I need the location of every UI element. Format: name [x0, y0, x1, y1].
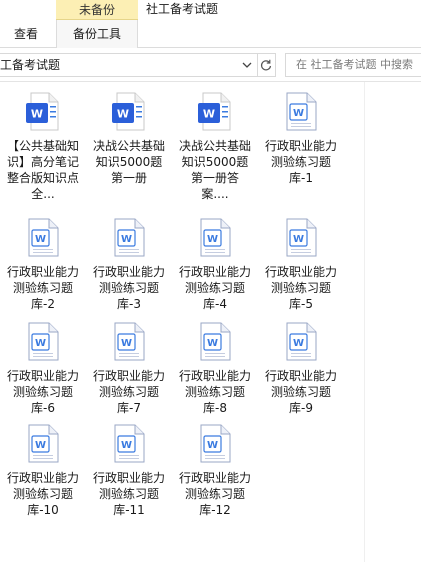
file-name: 行政职业能力测验练习题库-12: [178, 471, 251, 517]
word-doc-outline-icon: W: [197, 424, 233, 464]
svg-text:W: W: [293, 338, 304, 349]
file-item[interactable]: W 行政职业能力测验练习题库-10: [4, 424, 82, 518]
file-item[interactable]: W 决战公共基础知识5000题第一册答案....: [176, 92, 254, 202]
word-doc-outline-icon: W: [25, 218, 61, 258]
search-input[interactable]: 在 社工备考试题 中搜索: [285, 53, 421, 77]
file-item[interactable]: W 行政职业能力测验练习题库-6: [4, 322, 82, 416]
window-title: 社工备考试题: [146, 2, 219, 16]
word-doc-outline-icon: W: [111, 218, 147, 258]
svg-text:W: W: [207, 338, 218, 349]
word-doc-outline-icon: W: [25, 424, 61, 464]
search-placeholder: 在 社工备考试题 中搜索: [296, 58, 413, 71]
word-doc-outline-icon: W: [283, 92, 319, 132]
svg-text:W: W: [121, 234, 132, 245]
file-name: 行政职业能力测验练习题库-10: [6, 471, 79, 517]
file-name: 行政职业能力测验练习题库-1: [264, 139, 337, 185]
tab-backup-tools[interactable]: 备份工具: [56, 20, 138, 48]
file-name: 行政职业能力测验练习题库-4: [178, 265, 251, 311]
svg-text:W: W: [207, 440, 218, 451]
address-path: 工备考试题: [0, 58, 61, 72]
svg-text:W: W: [203, 108, 215, 121]
file-name: 行政职业能力测验练习题库-5: [264, 265, 337, 311]
file-item[interactable]: W 决战公共基础知识5000题第一册: [90, 92, 168, 186]
svg-text:W: W: [117, 108, 129, 121]
file-item[interactable]: W 【公共基础知识】高分笔记整合版知识点全...: [4, 92, 82, 202]
svg-text:W: W: [35, 234, 46, 245]
tab-view[interactable]: 查看: [0, 20, 52, 48]
word-doc-outline-icon: W: [197, 218, 233, 258]
file-item[interactable]: W 行政职业能力测验练习题库-8: [176, 322, 254, 416]
file-item[interactable]: W 行政职业能力测验练习题库-9: [262, 322, 340, 416]
refresh-button[interactable]: [258, 53, 276, 77]
file-name: 决战公共基础知识5000题第一册: [92, 139, 165, 185]
word-doc-outline-icon: W: [25, 322, 61, 362]
content-divider: [364, 82, 365, 562]
file-item[interactable]: W 行政职业能力测验练习题库-2: [4, 218, 82, 312]
svg-text:W: W: [35, 440, 46, 451]
file-item[interactable]: W 行政职业能力测验练习题库-3: [90, 218, 168, 312]
file-item[interactable]: W 行政职业能力测验练习题库-5: [262, 218, 340, 312]
file-name: 行政职业能力测验练习题库-8: [178, 369, 251, 415]
title-bar: 未备份 社工备考试题: [0, 0, 421, 20]
word-doc-outline-icon: W: [111, 322, 147, 362]
file-name: 【公共基础知识】高分笔记整合版知识点全...: [6, 139, 79, 201]
file-item[interactable]: W 行政职业能力测验练习题库-1: [262, 92, 340, 186]
svg-text:W: W: [293, 108, 304, 119]
svg-text:W: W: [35, 338, 46, 349]
file-name: 行政职业能力测验练习题库-7: [92, 369, 165, 415]
word-doc-outline-icon: W: [111, 424, 147, 464]
file-item[interactable]: W 行政职业能力测验练习题库-4: [176, 218, 254, 312]
svg-text:W: W: [207, 234, 218, 245]
address-bar[interactable]: 工备考试题: [0, 53, 258, 77]
context-tab-unbacked[interactable]: 未备份: [56, 0, 138, 20]
file-name: 行政职业能力测验练习题库-9: [264, 369, 337, 415]
file-item[interactable]: W 行政职业能力测验练习题库-7: [90, 322, 168, 416]
word-doc-outline-icon: W: [283, 322, 319, 362]
file-name: 行政职业能力测验练习题库-6: [6, 369, 79, 415]
svg-text:W: W: [293, 234, 304, 245]
svg-text:W: W: [121, 440, 132, 451]
file-name: 行政职业能力测验练习题库-3: [92, 265, 165, 311]
file-item[interactable]: W 行政职业能力测验练习题库-12: [176, 424, 254, 518]
refresh-icon: [258, 54, 275, 76]
word-doc-icon: W: [197, 92, 233, 132]
svg-text:W: W: [31, 108, 43, 121]
file-name: 决战公共基础知识5000题第一册答案....: [178, 139, 251, 201]
file-name: 行政职业能力测验练习题库-11: [92, 471, 165, 517]
word-doc-icon: W: [25, 92, 61, 132]
navigation-bar: 工备考试题 在 社工备考试题 中搜索: [0, 48, 421, 82]
word-doc-icon: W: [111, 92, 147, 132]
context-tab-label: 未备份: [78, 3, 115, 17]
ribbon-tabs: 查看 备份工具: [0, 20, 421, 48]
chevron-down-icon[interactable]: [240, 58, 254, 72]
word-doc-outline-icon: W: [197, 322, 233, 362]
word-doc-outline-icon: W: [283, 218, 319, 258]
svg-text:W: W: [121, 338, 132, 349]
file-name: 行政职业能力测验练习题库-2: [6, 265, 79, 311]
file-item[interactable]: W 行政职业能力测验练习题库-11: [90, 424, 168, 518]
